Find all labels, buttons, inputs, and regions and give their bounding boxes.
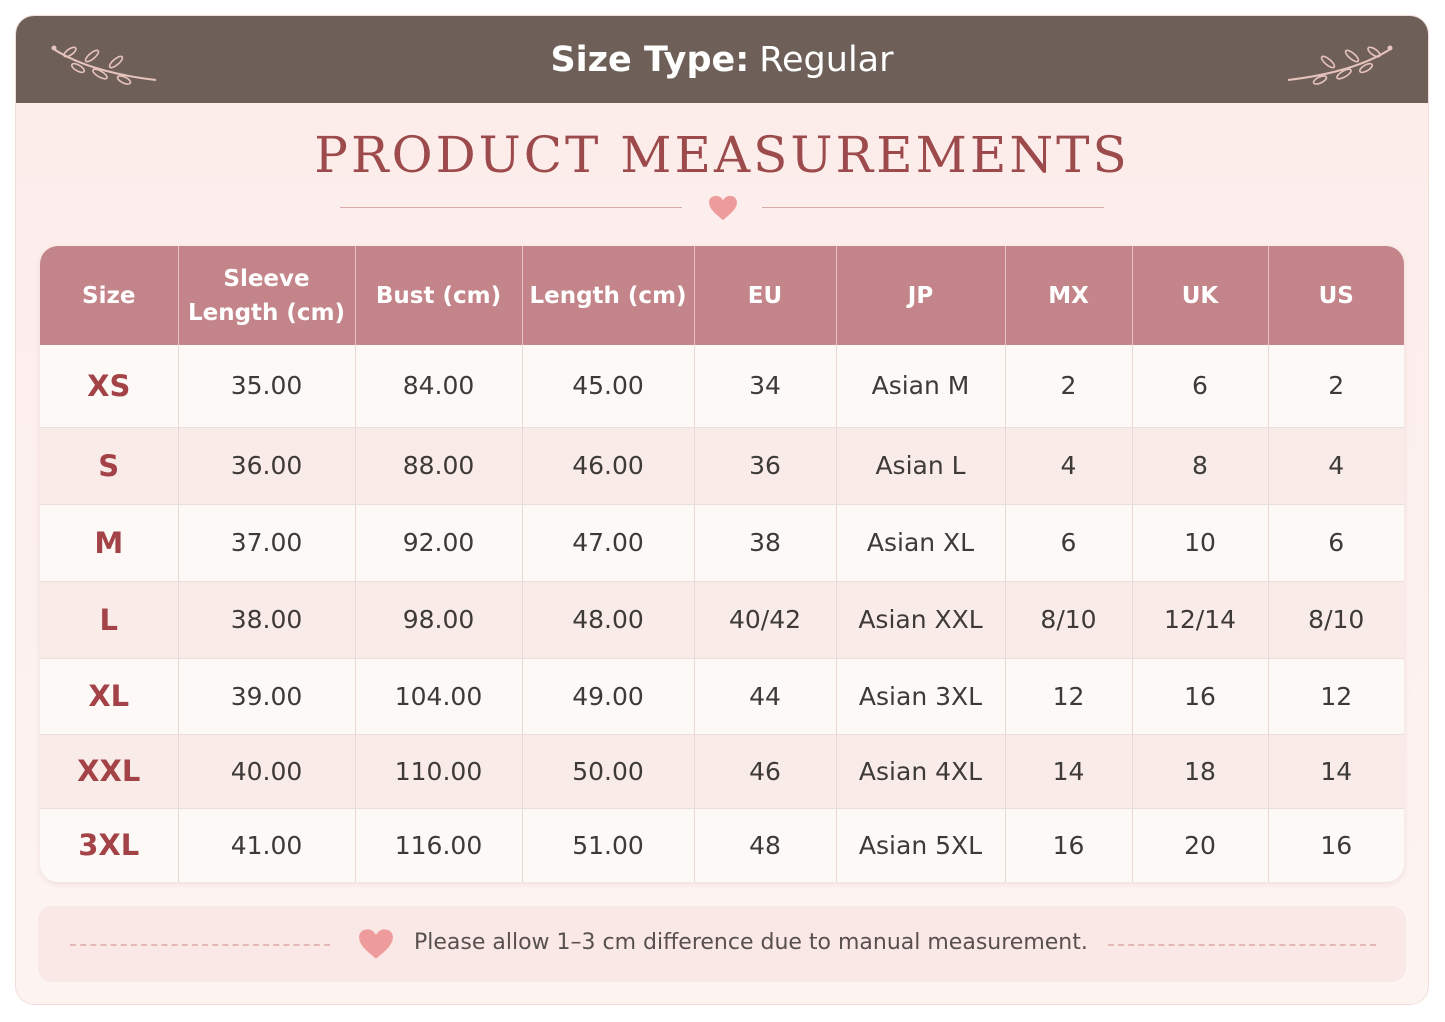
size-cell: S <box>40 427 179 505</box>
table-cell: 4 <box>1005 427 1133 505</box>
table-cell: 45.00 <box>522 345 695 428</box>
heart-icon <box>709 195 737 221</box>
table-cell: 50.00 <box>522 734 695 809</box>
table-cell: 18 <box>1132 734 1269 809</box>
table-cell: 35.00 <box>178 345 356 428</box>
column-header: US <box>1268 246 1404 345</box>
measurement-note: Please allow 1–3 cm difference due to ma… <box>38 906 1406 982</box>
note-divider-left <box>70 944 330 946</box>
size-cell: XXL <box>40 734 179 809</box>
table-cell: 6 <box>1132 345 1269 428</box>
table-cell: 46.00 <box>522 427 695 505</box>
table-cell: 110.00 <box>355 734 523 809</box>
table-cell: 8 <box>1132 427 1269 505</box>
size-cell: XS <box>40 345 179 428</box>
table-cell: 16 <box>1005 808 1133 882</box>
column-header: Length (cm) <box>522 246 695 345</box>
page-title: PRODUCT MEASUREMENTS <box>314 126 1130 184</box>
table-cell: Asian 3XL <box>836 658 1006 735</box>
table-cell: 34 <box>694 345 837 428</box>
table-cell: 46 <box>694 734 837 809</box>
table-cell: 40.00 <box>178 734 356 809</box>
table-cell: Asian XXL <box>836 581 1006 659</box>
table-cell: Asian 4XL <box>836 734 1006 809</box>
table-row: XXL 40.00 110.00 50.00 46 Asian 4XL 14 1… <box>40 734 1404 809</box>
note-divider-right <box>1108 944 1376 946</box>
table-cell: 14 <box>1268 734 1404 809</box>
column-header: Sleeve Length (cm) <box>178 246 356 345</box>
table-cell: 98.00 <box>355 581 523 659</box>
table-cell: 36 <box>694 427 837 505</box>
size-type-banner: Size Type: Regular <box>16 16 1428 103</box>
column-header: EU <box>694 246 837 345</box>
table-cell: 92.00 <box>355 504 523 582</box>
table-row: M 37.00 92.00 47.00 38 Asian XL 6 10 6 <box>40 504 1404 582</box>
table-cell: 41.00 <box>178 808 356 882</box>
table-cell: 51.00 <box>522 808 695 882</box>
table-cell: 116.00 <box>355 808 523 882</box>
table-cell: 48.00 <box>522 581 695 659</box>
table-cell: Asian L <box>836 427 1006 505</box>
table-cell: 44 <box>694 658 837 735</box>
table-cell: 8/10 <box>1005 581 1133 659</box>
size-cell: 3XL <box>40 808 179 882</box>
size-cell: L <box>40 581 179 659</box>
size-type-label: Size Type: <box>550 39 750 80</box>
table-cell: 49.00 <box>522 658 695 735</box>
measurements-table-container: Size Sleeve Length (cm) Bust (cm) Length… <box>40 246 1404 882</box>
table-row: XS 35.00 84.00 45.00 34 Asian M 2 6 2 <box>40 345 1404 428</box>
sprig-icon <box>1287 45 1393 85</box>
column-header: Size <box>40 246 179 345</box>
title-divider-left <box>340 207 682 208</box>
size-type-value: Regular <box>759 39 894 80</box>
table-cell: 48 <box>694 808 837 882</box>
table-cell: 16 <box>1268 808 1404 882</box>
table-cell: 12 <box>1005 658 1133 735</box>
table-cell: 4 <box>1268 427 1404 505</box>
table-cell: 6 <box>1005 504 1133 582</box>
table-cell: 84.00 <box>355 345 523 428</box>
table-row: XL 39.00 104.00 49.00 44 Asian 3XL 12 16… <box>40 658 1404 735</box>
measurements-table: Size Sleeve Length (cm) Bust (cm) Length… <box>40 246 1404 882</box>
table-cell: 2 <box>1268 345 1404 428</box>
sprig-icon <box>51 45 157 85</box>
table-cell: 37.00 <box>178 504 356 582</box>
table-cell: 12/14 <box>1132 581 1269 659</box>
table-cell: Asian XL <box>836 504 1006 582</box>
table-row: S 36.00 88.00 46.00 36 Asian L 4 8 4 <box>40 427 1404 505</box>
table-row: 3XL 41.00 116.00 51.00 48 Asian 5XL 16 2… <box>40 808 1404 882</box>
size-cell: M <box>40 504 179 582</box>
table-cell: 8/10 <box>1268 581 1404 659</box>
table-cell: 20 <box>1132 808 1269 882</box>
table-header-row: Size Sleeve Length (cm) Bust (cm) Length… <box>40 246 1404 345</box>
table-cell: 12 <box>1268 658 1404 735</box>
column-header: JP <box>836 246 1006 345</box>
table-cell: 14 <box>1005 734 1133 809</box>
table-cell: 6 <box>1268 504 1404 582</box>
table-cell: 38.00 <box>178 581 356 659</box>
table-cell: 40/42 <box>694 581 837 659</box>
title-divider-right <box>762 207 1104 208</box>
table-cell: 2 <box>1005 345 1133 428</box>
size-cell: XL <box>40 658 179 735</box>
size-chart-card: Size Type: Regular PRODUCT MEASUREMENTS <box>16 16 1428 1004</box>
table-cell: 47.00 <box>522 504 695 582</box>
table-cell: 88.00 <box>355 427 523 505</box>
table-cell: 36.00 <box>178 427 356 505</box>
column-header: UK <box>1132 246 1269 345</box>
table-cell: Asian 5XL <box>836 808 1006 882</box>
table-cell: Asian M <box>836 345 1006 428</box>
column-header: Bust (cm) <box>355 246 523 345</box>
table-cell: 10 <box>1132 504 1269 582</box>
table-row: L 38.00 98.00 48.00 40/42 Asian XXL 8/10… <box>40 581 1404 659</box>
table-cell: 39.00 <box>178 658 356 735</box>
heart-icon <box>359 929 393 959</box>
table-cell: 104.00 <box>355 658 523 735</box>
table-cell: 16 <box>1132 658 1269 735</box>
table-cell: 38 <box>694 504 837 582</box>
note-text: Please allow 1–3 cm difference due to ma… <box>414 930 1088 955</box>
column-header: MX <box>1005 246 1133 345</box>
